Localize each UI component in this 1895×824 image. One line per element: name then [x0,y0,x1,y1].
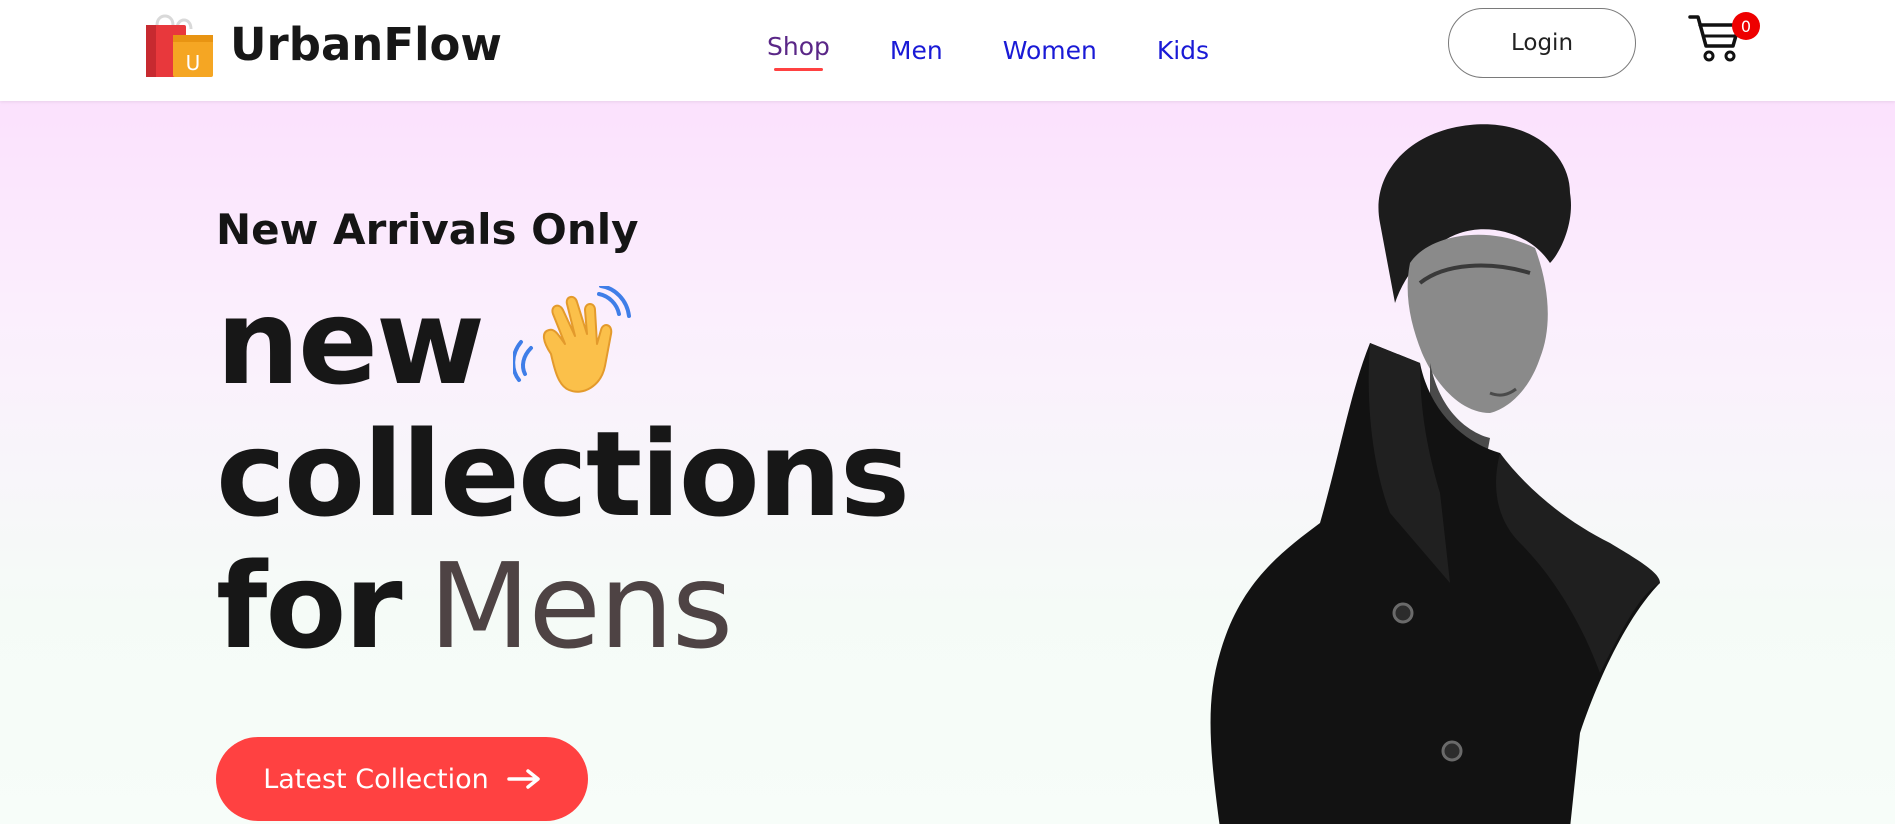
hero-text: New Arrivals Only new collections for Me… [216,205,910,672]
arrow-right-icon [507,769,540,789]
cart-count-badge: 0 [1732,12,1760,40]
hero-tagline: New Arrivals Only [216,205,639,254]
headline-word-new: new [216,273,485,411]
hero-section: New Arrivals Only new collections for Me… [0,101,1895,824]
headline-line-2: collections [216,405,910,543]
latest-collection-button[interactable]: Latest Collection [216,737,588,821]
brand-name: UrbanFlow [230,17,502,71]
waving-hand-icon [513,286,632,393]
nav-item-label: Kids [1156,36,1210,65]
nav-item-women[interactable]: Women [1003,36,1097,65]
nav-item-men[interactable]: Men [890,36,943,65]
headline-line-3: for Mens [216,540,908,672]
cta-label: Latest Collection [263,763,489,795]
cart-button[interactable]: 0 [1688,12,1760,68]
main-nav: Shop Men Women Kids [767,0,1209,101]
headline-word-for: for [216,537,403,675]
login-button[interactable]: Login [1448,8,1636,78]
hero-model-image [1210,124,1660,824]
nav-item-kids[interactable]: Kids [1157,36,1209,65]
nav-item-shop[interactable]: Shop [767,32,830,71]
hero-headline: new collections for Mens [216,276,910,672]
shopping-bag-icon: U [146,14,213,77]
brand-logo[interactable]: U UrbanFlow [143,8,502,80]
nav-item-label: Women [1002,36,1097,65]
headline-line-1: new [216,276,908,408]
active-underline [774,68,823,71]
navbar: U UrbanFlow Shop Men Women Kids Login 0 [0,0,1895,101]
logo-letter: U [186,51,201,75]
headline-word-mens: Mens [428,537,734,675]
nav-item-label: Shop [767,32,830,61]
nav-item-label: Men [889,36,943,65]
